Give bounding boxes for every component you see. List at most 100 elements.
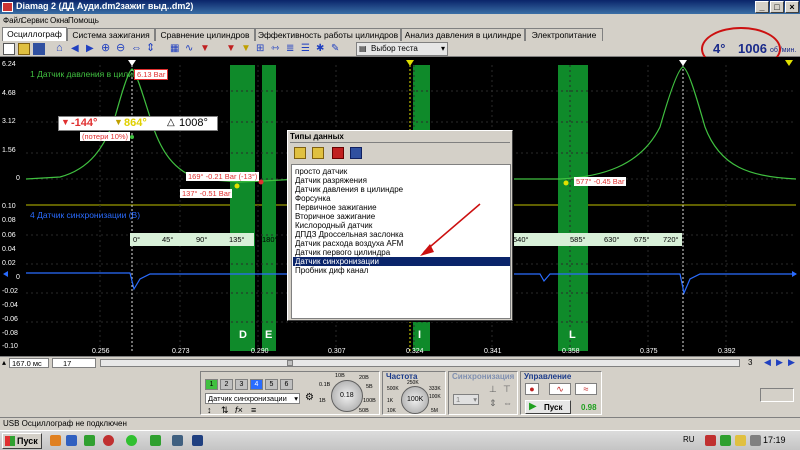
channel-4-button[interactable]: 4 xyxy=(250,379,263,390)
chrome-icon[interactable] xyxy=(126,435,137,446)
tray-icon-3[interactable] xyxy=(735,435,746,446)
offset-icon[interactable]: ⇅ xyxy=(221,405,229,416)
grid-icon[interactable]: ▦ xyxy=(170,43,182,55)
app-icon-8[interactable] xyxy=(192,435,203,446)
arrow-left-icon[interactable]: ◀ xyxy=(71,43,83,55)
channel-5-button[interactable]: 5 xyxy=(265,379,278,390)
new-icon[interactable] xyxy=(3,43,15,55)
tab-oscilloscope[interactable]: Осциллограф xyxy=(2,27,67,41)
app-icon-1[interactable] xyxy=(50,435,61,446)
list-item[interactable]: просто датчик xyxy=(293,167,510,176)
horizontal-scrollbar[interactable] xyxy=(100,359,740,367)
menu-file[interactable]: Файл xyxy=(3,16,23,25)
zoom-icon[interactable]: ⊕ xyxy=(101,43,113,55)
ruler-icon[interactable]: ⊞ xyxy=(256,43,268,55)
volume-icon[interactable] xyxy=(750,435,761,446)
top-marker-end-icon[interactable] xyxy=(785,60,793,66)
save-icon[interactable] xyxy=(350,147,362,159)
tray-icon-2[interactable] xyxy=(720,435,731,446)
app-icon-2[interactable] xyxy=(66,435,77,446)
stretch-icon[interactable]: ⇕ xyxy=(146,43,158,55)
delete-icon[interactable] xyxy=(332,147,344,159)
sine-icon[interactable]: ∿ xyxy=(549,383,571,395)
sensor-settings-icon[interactable]: ⚙ xyxy=(305,392,314,403)
layers-icon[interactable]: ≣ xyxy=(286,43,298,55)
tab-pressure-analysis[interactable]: Анализ давления в цилиндре xyxy=(401,28,525,41)
sync-auto-icon[interactable]: ⇕ xyxy=(489,398,497,409)
last-page-icon[interactable]: ▶ xyxy=(788,357,795,368)
channel-1-button[interactable]: 1 xyxy=(205,379,218,390)
page-number: 3 xyxy=(748,358,753,367)
list-item[interactable]: Датчик разряжения xyxy=(293,176,510,185)
start-button[interactable]: ▶ Пуск xyxy=(525,400,571,414)
folder-up-icon[interactable] xyxy=(312,147,324,159)
open-icon[interactable] xyxy=(18,43,30,55)
start-menu-button[interactable]: Пуск xyxy=(2,433,42,449)
channel-2-button[interactable]: 2 xyxy=(220,379,233,390)
marker-yellow-icon[interactable]: ▼ xyxy=(241,43,253,55)
tab-ignition[interactable]: Система зажигания xyxy=(67,28,155,41)
home-icon[interactable]: ⌂ xyxy=(56,43,68,55)
ch4-ytick: -0.10 xyxy=(2,343,18,350)
save-icon[interactable] xyxy=(33,43,45,55)
tab-cylinder-efficiency[interactable]: Эффективность работы цилиндров xyxy=(255,28,401,41)
filter-icon[interactable]: ≡ xyxy=(251,405,256,415)
tray-icon-1[interactable] xyxy=(705,435,716,446)
function-icon[interactable]: f× xyxy=(235,405,243,415)
tab-cylinder-compare[interactable]: Сравнение цилиндров xyxy=(155,28,255,41)
test-select[interactable]: Выбор теста ▤ ▾ xyxy=(356,42,448,56)
marker-red-icon[interactable]: ▼ xyxy=(226,43,238,55)
wave-icon[interactable]: ∿ xyxy=(185,43,197,55)
timebase-field[interactable]: 167.0 мс xyxy=(9,358,49,368)
settings-icon[interactable]: ✱ xyxy=(316,43,328,55)
time-tick: 0.290 xyxy=(251,348,269,355)
measure-icon[interactable]: ⇿ xyxy=(271,43,283,55)
channel-6-button[interactable]: 6 xyxy=(280,379,293,390)
close-button[interactable]: × xyxy=(785,1,799,13)
top-marker-right-icon[interactable] xyxy=(679,60,687,66)
channel-count-field[interactable]: 17 xyxy=(52,358,96,368)
minimize-button[interactable]: _ xyxy=(755,1,769,13)
top-marker-yellow-icon[interactable] xyxy=(406,60,414,66)
app-icon-7[interactable] xyxy=(172,435,183,446)
menu-help[interactable]: Помощь xyxy=(68,16,99,25)
menu-windows[interactable]: Окна xyxy=(50,16,69,25)
channel-3-button[interactable]: 3 xyxy=(235,379,248,390)
sensor-type-select[interactable]: Датчик синхронизации ▾ xyxy=(205,393,300,404)
frequency-dial[interactable]: 100K xyxy=(401,386,429,414)
status-text: USB Осциллограф не подключен xyxy=(3,419,127,428)
timebase-up-icon[interactable]: ▴ xyxy=(2,358,6,367)
maximize-button[interactable]: □ xyxy=(770,1,784,13)
ch4-right-marker-icon[interactable] xyxy=(792,271,797,277)
menu-service[interactable]: Сервис xyxy=(21,16,48,25)
sync-rise-icon[interactable]: ⊥ xyxy=(489,384,497,395)
channels-icon[interactable]: ☰ xyxy=(301,43,313,55)
app-icon-3[interactable] xyxy=(84,435,95,446)
cursor-icon[interactable]: ▼ xyxy=(200,43,212,55)
scroll-thumb[interactable] xyxy=(287,360,293,366)
opera-icon[interactable] xyxy=(103,435,114,446)
language-indicator[interactable]: RU xyxy=(683,435,695,444)
start-button-label: Пуск xyxy=(544,403,563,412)
list-item[interactable]: Пробник диф канал xyxy=(293,266,510,275)
sync-fall-icon[interactable]: ⊤ xyxy=(503,384,511,395)
dial-tick: 1B xyxy=(319,398,326,404)
tab-power[interactable]: Электропитание xyxy=(525,28,603,41)
next-page-icon[interactable]: ▶ xyxy=(776,357,783,368)
ch4-left-marker-icon[interactable] xyxy=(3,271,8,277)
arrow-right-icon[interactable]: ▶ xyxy=(86,43,98,55)
point-137 xyxy=(234,183,240,189)
home-folder-icon[interactable] xyxy=(294,147,306,159)
app-icon-6[interactable] xyxy=(150,435,161,446)
zoom-out-icon[interactable]: ⊖ xyxy=(116,43,128,55)
multi-wave-icon[interactable]: ≈ xyxy=(575,383,597,395)
pen-icon[interactable]: ✎ xyxy=(331,43,343,55)
record-icon[interactable]: ● xyxy=(525,383,539,395)
invert-icon[interactable]: ↕ xyxy=(207,405,212,415)
sync-channel-select[interactable]: 1 ▾ xyxy=(453,394,479,405)
prev-page-icon[interactable]: ◀ xyxy=(764,357,771,368)
sync-level-icon[interactable]: ⇔ xyxy=(503,398,512,408)
list-item[interactable]: Датчик давления в цилиндре xyxy=(293,185,510,194)
top-marker-left-icon[interactable] xyxy=(128,60,136,66)
fit-icon[interactable]: ⇔ xyxy=(131,43,143,55)
